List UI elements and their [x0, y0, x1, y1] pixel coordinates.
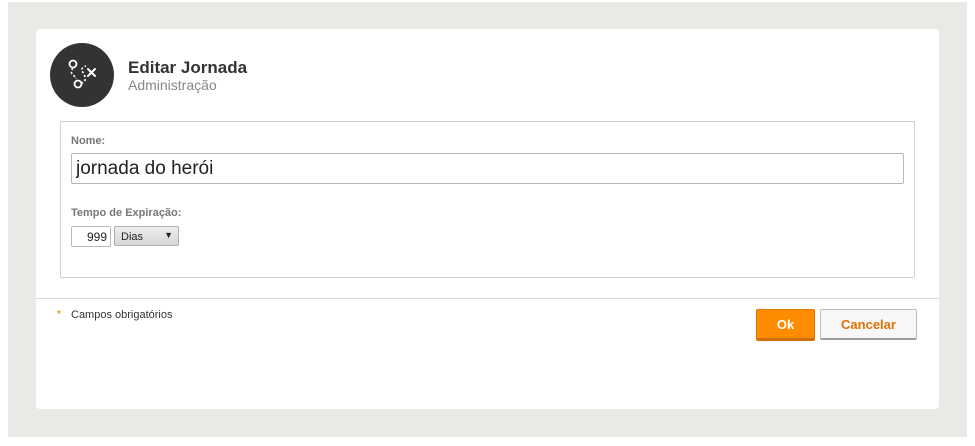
footer-divider	[36, 298, 939, 299]
header-avatar	[50, 43, 114, 107]
ok-button[interactable]: Ok	[756, 309, 815, 341]
form-panel: Nome: Tempo de Expiração: Dias ▼	[60, 121, 915, 278]
required-asterisk-icon: *	[57, 309, 61, 320]
cancel-button[interactable]: Cancelar	[820, 309, 917, 340]
name-label: Nome:	[71, 135, 106, 147]
required-fields-note: Campos obrigatórios	[71, 309, 173, 321]
edit-journey-dialog: Editar Jornada Administração Nome: Tempo…	[36, 29, 939, 409]
expiration-value-input[interactable]	[71, 226, 111, 247]
expiration-label: Tempo de Expiração:	[71, 207, 182, 219]
expiration-unit-value: Dias	[121, 231, 144, 243]
dialog-subtitle: Administração	[128, 77, 217, 93]
name-input[interactable]	[71, 153, 904, 184]
caret-down-icon: ▼	[164, 230, 173, 240]
journey-path-icon	[68, 59, 96, 89]
expiration-unit-select[interactable]: Dias ▼	[114, 226, 179, 246]
dialog-title: Editar Jornada	[128, 58, 248, 77]
